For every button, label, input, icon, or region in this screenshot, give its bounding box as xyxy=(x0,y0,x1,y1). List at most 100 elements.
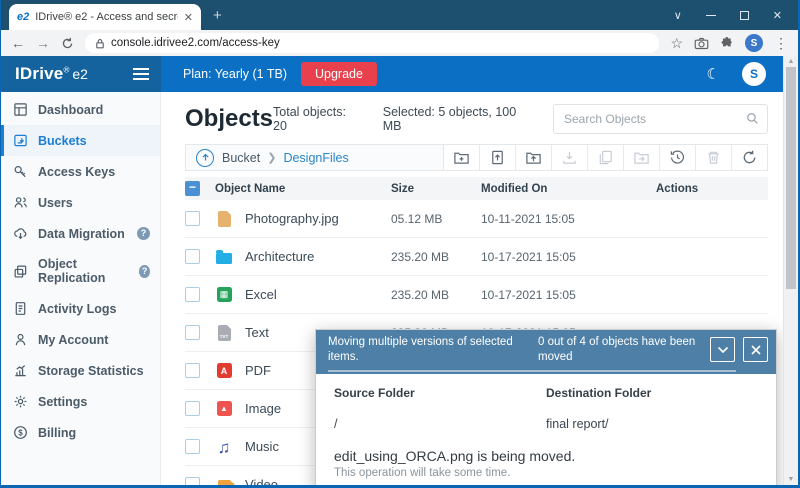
key-icon xyxy=(13,164,28,179)
upload-folder-button[interactable] xyxy=(516,145,552,170)
browser-profile-avatar[interactable]: S xyxy=(745,34,763,52)
scroll-down-icon[interactable]: ▼ xyxy=(784,476,798,483)
sidebar-item-storage-statistics[interactable]: Storage Statistics xyxy=(1,355,160,386)
hamburger-menu-icon[interactable] xyxy=(133,68,149,80)
minimize-button[interactable] xyxy=(706,15,716,16)
sidebar-item-activity-logs[interactable]: Activity Logs xyxy=(1,293,160,324)
jpg-file-icon xyxy=(215,210,233,228)
help-icon[interactable]: ? xyxy=(139,265,150,278)
close-window-button[interactable]: ✕ xyxy=(773,9,782,22)
column-actions: Actions xyxy=(656,183,768,195)
move-progress-dialog: Moving multiple versions of selected ite… xyxy=(315,329,777,488)
account-avatar[interactable]: S xyxy=(742,62,766,86)
row-checkbox[interactable] xyxy=(185,211,200,226)
sidebar-item-billing[interactable]: $ Billing xyxy=(1,417,160,448)
browser-window: e2 IDrive® e2 - Access and secret ke ✕ +… xyxy=(0,0,800,488)
sidebar-item-object-replication[interactable]: Object Replication ? xyxy=(1,249,160,293)
close-dialog-button[interactable] xyxy=(743,337,768,362)
scroll-up-icon[interactable]: ▲ xyxy=(784,58,798,65)
screenshot-camera-icon[interactable] xyxy=(694,37,709,50)
search-input[interactable] xyxy=(553,104,768,134)
object-toolbar xyxy=(443,145,767,170)
help-icon[interactable]: ? xyxy=(137,227,150,240)
row-checkbox[interactable] xyxy=(185,401,200,416)
sidebar-item-buckets[interactable]: Buckets xyxy=(1,125,160,156)
history-restore-button[interactable] xyxy=(660,145,696,170)
new-tab-button[interactable]: + xyxy=(213,7,222,24)
table-row[interactable]: Architecture 235.20 MB 10-17-2021 15:05 xyxy=(185,238,768,276)
sidebar-item-access-keys[interactable]: Access Keys xyxy=(1,156,160,187)
row-checkbox[interactable] xyxy=(185,325,200,340)
billing-dollar-icon: $ xyxy=(13,425,28,440)
lock-icon xyxy=(95,38,105,49)
browser-toolbar: ← → console.idrivee2.com/access-key ☆ S … xyxy=(1,30,798,56)
row-checkbox[interactable] xyxy=(185,363,200,378)
close-icon xyxy=(751,345,761,355)
buckets-icon xyxy=(13,133,28,148)
excel-file-icon: ▦ xyxy=(215,286,233,304)
scrollbar-thumb[interactable] xyxy=(786,67,796,289)
tab-close-icon[interactable]: ✕ xyxy=(184,11,193,24)
svg-text:$: $ xyxy=(18,428,23,437)
up-level-icon[interactable] xyxy=(196,149,214,167)
progress-bar xyxy=(328,370,736,372)
browser-tab[interactable]: e2 IDrive® e2 - Access and secret ke ✕ xyxy=(9,4,201,30)
table-row[interactable]: Photography.jpg 05.12 MB 10-11-2021 15:0… xyxy=(185,200,768,238)
page-title: Objects xyxy=(185,105,273,133)
dialog-body: Source Folder Destination Folder / final… xyxy=(316,374,776,488)
move-status-text: edit_using_ORCA.png is being moved. xyxy=(334,448,760,464)
users-icon xyxy=(13,195,28,210)
app-header: IDrive®e2 Plan: Yearly (1 TB) Upgrade ☾ … xyxy=(1,56,798,92)
forward-icon[interactable]: → xyxy=(36,36,50,50)
breadcrumb-bar: Bucket ❯ DesignFiles xyxy=(185,144,768,171)
create-folder-button[interactable] xyxy=(444,145,480,170)
search-icon[interactable] xyxy=(746,112,759,125)
total-objects-label: Total objects: 20 xyxy=(273,105,357,133)
image-file-icon: ▲ xyxy=(215,400,233,418)
back-icon[interactable]: ← xyxy=(11,36,25,50)
gear-icon xyxy=(13,394,28,409)
reload-icon[interactable] xyxy=(61,37,74,50)
browser-menu-icon[interactable]: ⋮ xyxy=(774,36,788,50)
collapse-dialog-button[interactable] xyxy=(710,337,735,362)
row-checkbox[interactable] xyxy=(185,477,200,488)
source-folder-header: Source Folder xyxy=(334,386,546,400)
sidebar-item-my-account[interactable]: My Account xyxy=(1,324,160,355)
address-bar[interactable]: console.idrivee2.com/access-key xyxy=(85,33,659,53)
upgrade-button[interactable]: Upgrade xyxy=(301,62,377,86)
breadcrumb-current[interactable]: DesignFiles xyxy=(283,151,348,165)
breadcrumb-root[interactable]: Bucket xyxy=(222,151,260,165)
row-checkbox[interactable] xyxy=(185,287,200,302)
breadcrumb-separator-icon: ❯ xyxy=(267,151,276,164)
cloud-migration-icon xyxy=(13,226,28,241)
dialog-progress-text: 0 out of 4 of objects have been moved xyxy=(538,335,700,365)
music-file-icon: ♫ xyxy=(215,438,233,456)
extensions-puzzle-icon[interactable] xyxy=(720,36,734,50)
source-folder-value: / xyxy=(334,417,546,431)
sidebar-item-users[interactable]: Users xyxy=(1,187,160,218)
destination-folder-header: Destination Folder xyxy=(546,386,760,400)
page-scrollbar[interactable]: ▲ ▼ xyxy=(783,56,798,485)
plan-label: Plan: Yearly (1 TB) xyxy=(183,67,287,81)
tab-search-chevron-icon[interactable]: ∨ xyxy=(674,9,682,22)
refresh-button[interactable] xyxy=(732,145,767,170)
upload-file-button[interactable] xyxy=(480,145,516,170)
sidebar: Dashboard Buckets Access Keys Users Data… xyxy=(1,92,161,488)
sidebar-item-dashboard[interactable]: Dashboard xyxy=(1,94,160,125)
selected-objects-label: Selected: 5 objects, 100 MB xyxy=(383,105,527,133)
window-controls: ∨ ✕ xyxy=(658,0,798,30)
row-checkbox[interactable] xyxy=(185,249,200,264)
activity-logs-icon xyxy=(13,301,28,316)
column-object-name: Object Name xyxy=(215,183,391,195)
row-checkbox[interactable] xyxy=(185,439,200,454)
table-row[interactable]: ▦Excel 235.20 MB 10-17-2021 15:05 xyxy=(185,276,768,314)
dashboard-icon xyxy=(13,102,28,117)
select-all-checkbox[interactable]: − xyxy=(185,181,200,196)
maximize-button[interactable] xyxy=(740,11,749,20)
sidebar-item-settings[interactable]: Settings xyxy=(1,386,160,417)
delete-button xyxy=(696,145,732,170)
folder-icon xyxy=(215,248,233,266)
sidebar-item-data-migration[interactable]: Data Migration ? xyxy=(1,218,160,249)
bookmark-star-icon[interactable]: ☆ xyxy=(670,36,683,50)
dark-mode-moon-icon[interactable]: ☾ xyxy=(707,65,720,83)
